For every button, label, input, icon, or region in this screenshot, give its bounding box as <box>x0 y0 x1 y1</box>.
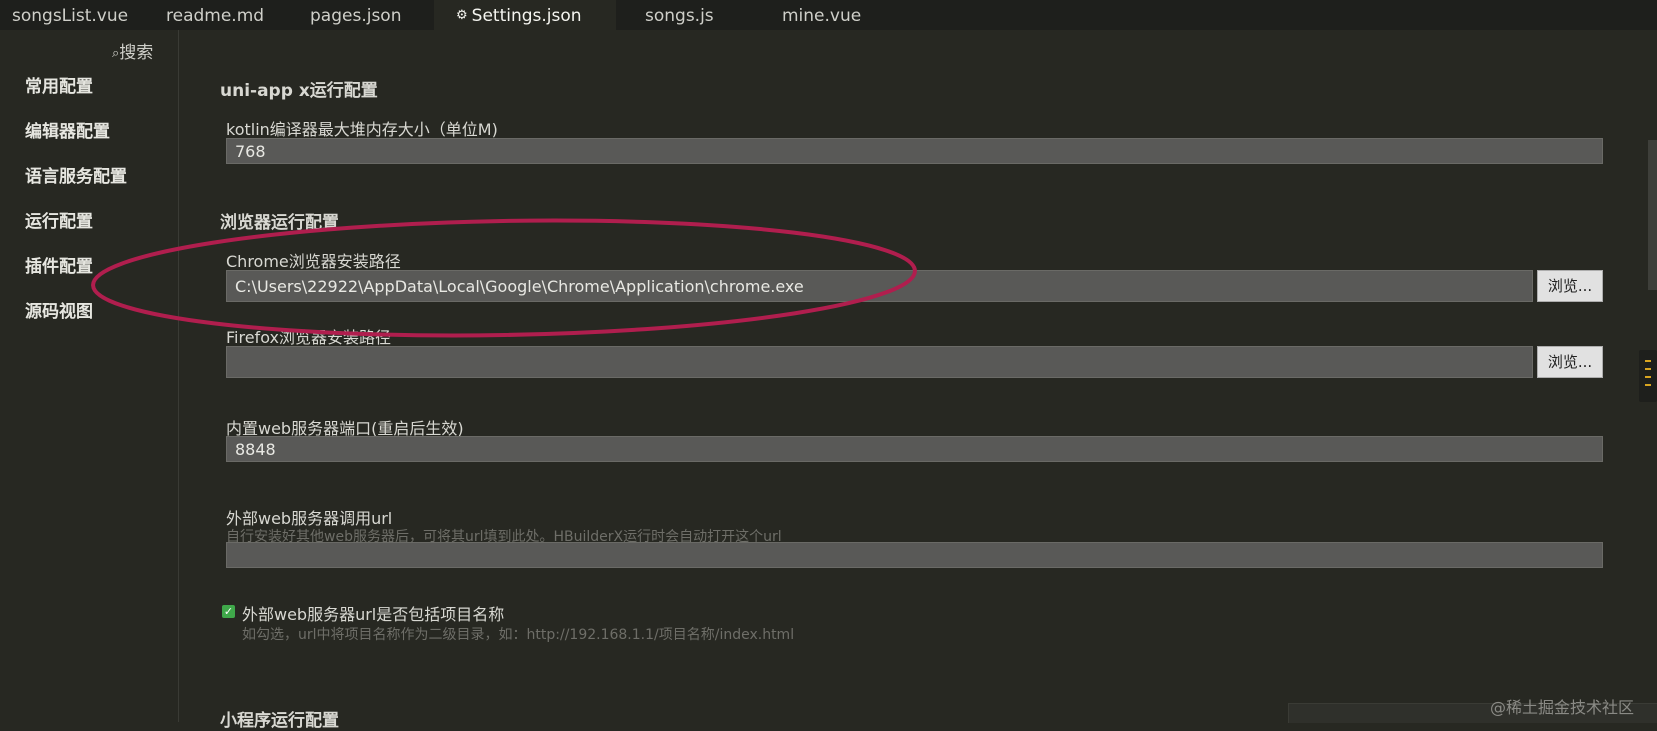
sidebar-item-run[interactable]: 运行配置 <box>25 207 93 232</box>
firefox-path-input[interactable] <box>226 346 1533 378</box>
kotlin-heap-label: kotlin编译器最大堆内存大小（单位M) <box>226 120 498 139</box>
include-project-name-label: 外部web服务器url是否包括项目名称 <box>242 605 505 624</box>
tab-label: songsList.vue <box>12 6 129 26</box>
gear-icon: ⚙ <box>456 8 468 23</box>
sidebar-item-editor[interactable]: 编辑器配置 <box>25 117 110 142</box>
tab-label: songs.js <box>645 6 714 26</box>
include-project-name-checkbox[interactable]: ✓ <box>222 605 235 618</box>
sidebar-item-language-service[interactable]: 语言服务配置 <box>25 162 127 187</box>
chrome-path-input[interactable]: C:\Users\22922\AppData\Local\Google\Chro… <box>226 270 1533 302</box>
tab-label: mine.vue <box>782 6 862 26</box>
settings-sidebar: ⌕搜索 常用配置 编辑器配置 语言服务配置 运行配置 插件配置 源码视图 <box>0 30 179 722</box>
external-url-input[interactable] <box>226 542 1603 568</box>
tab-label: pages.json <box>310 6 402 26</box>
sidebar-item-common[interactable]: 常用配置 <box>25 72 93 97</box>
search-label: 搜索 <box>119 43 154 63</box>
chrome-path-label: Chrome浏览器安装路径 <box>226 252 401 271</box>
firefox-browse-button[interactable]: 浏览... <box>1537 346 1603 378</box>
tab-pages-json[interactable]: pages.json <box>310 0 401 30</box>
settings-content: uni-app x运行配置 kotlin编译器最大堆内存大小（单位M) 768 … <box>179 30 1657 731</box>
section-title-uniappx: uni-app x运行配置 <box>220 81 378 101</box>
watermark: @稀土掘金技术社区 <box>1490 698 1635 717</box>
tab-label: readme.md <box>166 6 265 26</box>
web-server-port-input[interactable]: 8848 <box>226 436 1603 462</box>
vertical-scrollbar[interactable] <box>1648 140 1657 290</box>
section-title-browser: 浏览器运行配置 <box>220 213 339 233</box>
kotlin-heap-input[interactable]: 768 <box>226 138 1603 164</box>
chrome-browse-button[interactable]: 浏览... <box>1537 270 1603 302</box>
sidebar-item-plugins[interactable]: 插件配置 <box>25 252 93 277</box>
editor-tab-bar: songsList.vue readme.md pages.json ⚙ Sett… <box>0 0 1657 30</box>
tab-songs-js[interactable]: songs.js <box>645 0 714 30</box>
tab-songslist-vue[interactable]: songsList.vue <box>12 0 128 30</box>
tab-label: Settings.json <box>471 6 582 26</box>
include-project-name-hint: 如勾选，url中将项目名称作为二级目录，如：http://192.168.1.1… <box>242 627 795 643</box>
tab-mine-vue[interactable]: mine.vue <box>782 0 861 30</box>
search-button[interactable]: ⌕搜索 <box>112 38 153 63</box>
tab-settings-json[interactable]: ⚙ Settings.json <box>434 0 616 30</box>
tab-readme-md[interactable]: readme.md <box>166 0 264 30</box>
search-icon: ⌕ <box>112 46 120 61</box>
minimap-widget[interactable] <box>1639 350 1657 402</box>
section-title-miniprogram: 小程序运行配置 <box>220 711 339 731</box>
firefox-path-label: Firefox浏览器安装路径 <box>226 328 391 347</box>
sidebar-item-source-view[interactable]: 源码视图 <box>25 297 93 322</box>
